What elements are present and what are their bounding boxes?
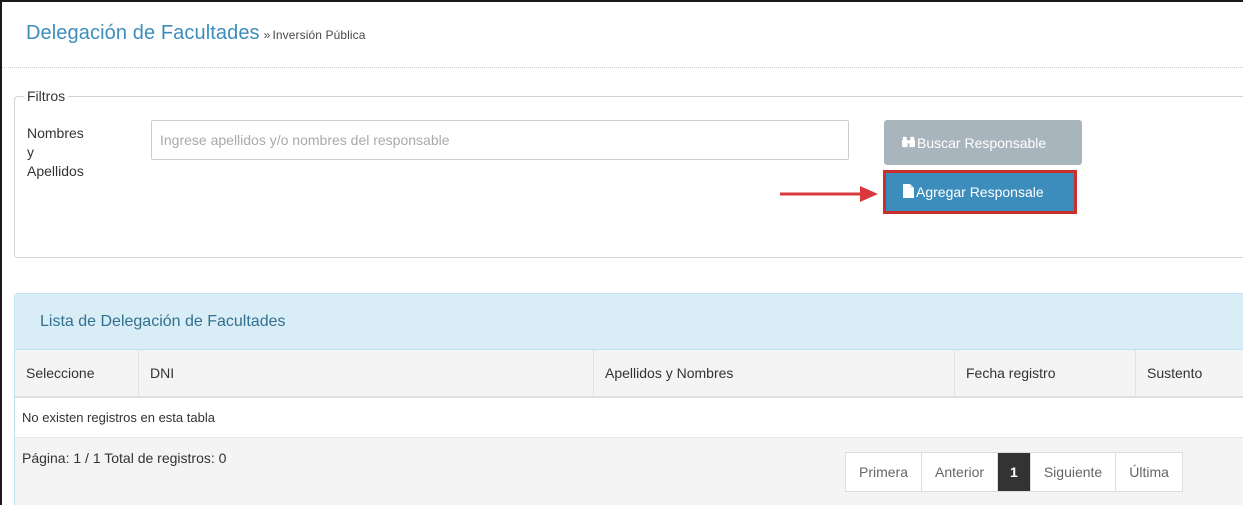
search-input[interactable] bbox=[151, 120, 849, 160]
list-panel-heading: Lista de Delegación de Facultades bbox=[15, 294, 1243, 350]
column-header-date: Fecha registro bbox=[955, 350, 1136, 396]
name-label-line-2: y bbox=[27, 144, 34, 160]
column-header-select: Seleccione bbox=[15, 350, 139, 396]
pagination-first[interactable]: Primera bbox=[846, 453, 923, 491]
pagination-current[interactable]: 1 bbox=[998, 453, 1031, 491]
page-summary: Página: 1 / 1 Total de registros: 0 bbox=[22, 450, 227, 466]
breadcrumb-subtitle: Inversión Pública bbox=[272, 28, 366, 42]
page-header: Delegación de Facultades» Inversión Públi… bbox=[2, 2, 1243, 68]
column-header-dni: DNI bbox=[139, 350, 594, 396]
file-icon bbox=[903, 183, 914, 201]
table-empty-row: No existen registros en esta tabla bbox=[15, 398, 1243, 438]
search-responsible-label: Buscar Responsable bbox=[917, 134, 1047, 151]
column-header-names: Apellidos y Nombres bbox=[594, 350, 955, 396]
filters-legend: Filtros bbox=[24, 88, 69, 104]
name-field-label: Nombres y Apellidos bbox=[27, 124, 127, 181]
search-responsible-button[interactable]: Buscar Responsable bbox=[884, 120, 1082, 165]
name-label-line-1: Nombres bbox=[27, 125, 84, 141]
breadcrumb-separator: » bbox=[263, 28, 271, 42]
annotation-arrow-icon bbox=[780, 186, 878, 202]
column-header-support: Sustento bbox=[1147, 365, 1203, 381]
page-title: Delegación de Facultades» Inversión Públi… bbox=[26, 22, 366, 45]
page-title-text: Delegación de Facultades bbox=[26, 22, 260, 44]
add-responsible-label: Agregar Responsale bbox=[916, 184, 1044, 200]
empty-message: No existen registros en esta tabla bbox=[22, 410, 215, 425]
binoculars-icon bbox=[902, 135, 915, 151]
pagination-next[interactable]: Siguiente bbox=[1031, 453, 1117, 491]
pagination-last[interactable]: Última bbox=[1116, 453, 1182, 491]
name-label-line-3: Apellidos bbox=[27, 163, 84, 179]
table-header: Seleccione DNI Apellidos y Nombres Fecha… bbox=[15, 350, 1243, 398]
pagination-prev[interactable]: Anterior bbox=[922, 453, 999, 491]
add-responsible-button[interactable]: Agregar Responsale bbox=[883, 170, 1077, 214]
list-title: Lista de Delegación de Facultades bbox=[40, 313, 286, 330]
pagination: Primera Anterior 1 Siguiente Última bbox=[845, 452, 1183, 492]
